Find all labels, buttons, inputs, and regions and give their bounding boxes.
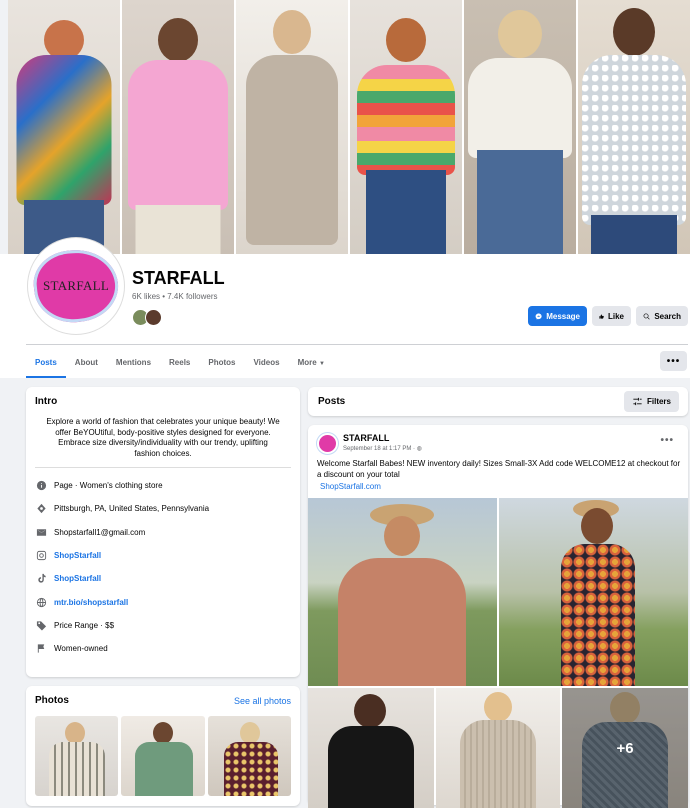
cover-model-2 bbox=[122, 0, 234, 254]
intro-bio: Explore a world of fashion that celebrat… bbox=[35, 417, 291, 468]
location-pin-icon bbox=[35, 503, 47, 515]
caret-down-icon: ▼ bbox=[318, 361, 325, 367]
follower-avatars[interactable] bbox=[132, 309, 162, 326]
starfall-logo: STARFALL bbox=[30, 245, 122, 327]
intro-item-tiktok[interactable]: ShopStarfall bbox=[35, 567, 291, 590]
photos-card: Photos See all photos bbox=[26, 686, 300, 806]
intro-item-location: Pittsburgh, PA, United States, Pennsylva… bbox=[35, 497, 291, 520]
more-options-button[interactable]: ••• bbox=[660, 351, 687, 371]
women-owned-icon bbox=[35, 643, 47, 655]
intro-title: Intro bbox=[35, 396, 58, 407]
cover-model-4 bbox=[350, 0, 462, 254]
tab-reels[interactable]: Reels bbox=[160, 352, 199, 378]
page-tabs: Posts About Mentions Reels Photos Videos… bbox=[26, 352, 334, 378]
more-photos-overlay[interactable]: +6 bbox=[562, 688, 688, 808]
intro-details: Page · Women's clothing store Pittsburgh… bbox=[35, 474, 291, 660]
post-image-5[interactable]: +6 bbox=[562, 688, 688, 808]
message-button[interactable]: Message bbox=[528, 306, 587, 326]
photo-thumbnail[interactable] bbox=[207, 716, 291, 796]
post-image-2[interactable] bbox=[499, 498, 688, 686]
cover-model-1 bbox=[8, 0, 120, 254]
intro-card: Intro Explore a world of fashion that ce… bbox=[26, 387, 300, 677]
intro-item-price-range: Price Range · $$ bbox=[35, 614, 291, 637]
photos-grid bbox=[35, 716, 291, 796]
post-image-3[interactable] bbox=[308, 688, 434, 808]
avatar bbox=[145, 309, 162, 326]
tiktok-icon bbox=[35, 573, 47, 585]
tab-photos[interactable]: Photos bbox=[199, 352, 244, 378]
globe-icon: ◍ bbox=[416, 446, 422, 452]
cover-model-6 bbox=[578, 0, 690, 254]
like-button[interactable]: Like bbox=[592, 306, 631, 326]
post-author-name[interactable]: STARFALL bbox=[343, 433, 389, 443]
post-options-button[interactable]: ••• bbox=[660, 435, 674, 446]
tab-about[interactable]: About bbox=[66, 352, 107, 378]
ellipsis-icon: ••• bbox=[660, 435, 674, 446]
page-avatar[interactable]: STARFALL bbox=[28, 238, 124, 334]
tab-more[interactable]: More ▼ bbox=[289, 352, 334, 378]
instagram-icon bbox=[35, 550, 47, 562]
search-button[interactable]: Search bbox=[636, 306, 688, 326]
intro-item-category: Page · Women's clothing store bbox=[35, 474, 291, 497]
messenger-icon bbox=[535, 312, 542, 320]
intro-item-website[interactable]: mtr.bio/shopstarfall bbox=[35, 590, 291, 613]
cover-model-5 bbox=[464, 0, 576, 254]
search-icon bbox=[643, 312, 650, 319]
cover-model-3 bbox=[236, 0, 348, 254]
photo-thumbnail[interactable] bbox=[121, 716, 205, 796]
tab-mentions[interactable]: Mentions bbox=[107, 352, 160, 378]
email-icon bbox=[35, 526, 47, 538]
post-image-4[interactable] bbox=[436, 688, 560, 808]
post-timestamp[interactable]: September 18 at 1:17 PM · ◍ bbox=[343, 445, 422, 452]
intro-item-women-owned: Women-owned bbox=[35, 637, 291, 660]
cover-photo[interactable] bbox=[8, 0, 690, 254]
post-image-1[interactable] bbox=[308, 498, 497, 686]
post-text: Welcome Starfall Babes! NEW inventory da… bbox=[317, 459, 681, 479]
ellipsis-icon: ••• bbox=[666, 355, 681, 367]
filters-button[interactable]: Filters bbox=[623, 391, 679, 412]
page-stats[interactable]: 6K likes • 7.4K followers bbox=[132, 292, 218, 301]
intro-item-email[interactable]: Shopstarfall1@gmail.com bbox=[35, 521, 291, 544]
page-title[interactable]: STARFALL bbox=[132, 268, 225, 289]
post-card: STARFALL September 18 at 1:17 PM · ◍ •••… bbox=[308, 425, 688, 808]
sliders-icon bbox=[633, 397, 642, 406]
globe-icon bbox=[35, 596, 47, 608]
intro-item-instagram[interactable]: ShopStarfall bbox=[35, 544, 291, 567]
price-tag-icon bbox=[35, 619, 47, 631]
tab-posts[interactable]: Posts bbox=[26, 352, 66, 378]
posts-header: Posts Filters bbox=[308, 387, 688, 416]
post-author-avatar[interactable] bbox=[317, 433, 338, 454]
thumbs-up-icon bbox=[599, 313, 604, 319]
header-divider bbox=[26, 344, 688, 345]
post-link[interactable]: ShopStarfall.com bbox=[320, 482, 381, 491]
see-all-photos-link[interactable]: See all photos bbox=[234, 696, 291, 706]
photo-thumbnail[interactable] bbox=[35, 716, 119, 796]
info-icon bbox=[35, 480, 47, 492]
tab-videos[interactable]: Videos bbox=[244, 352, 288, 378]
